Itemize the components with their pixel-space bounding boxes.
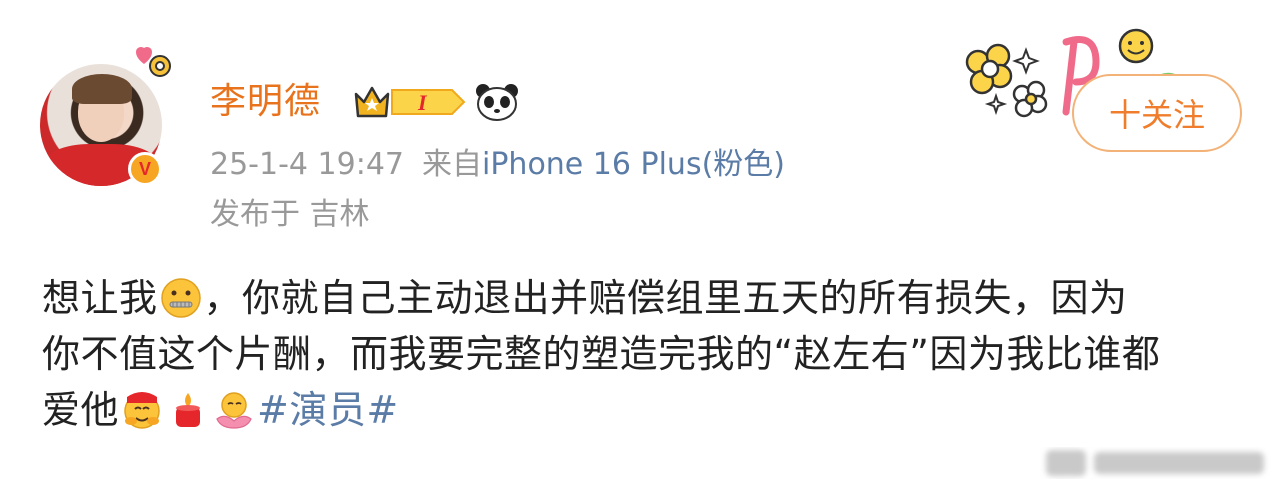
avatar[interactable]: V — [40, 47, 171, 186]
hashtag-link[interactable]: #演员# — [257, 388, 399, 432]
post-line-1: 想让我 ，你就自己主动退出并赔偿组里五天的所有损失，因为 — [42, 270, 1252, 326]
post-line-3: 爱他 #演员# — [42, 382, 1252, 438]
post-meta: 25-1-4 19:47 来自iPhone 16 Plus(粉色) — [210, 146, 785, 184]
blurred-watermark — [1046, 450, 1264, 476]
panda-icon — [476, 84, 518, 121]
candle-emoji — [176, 393, 201, 427]
from-label: 来自 — [422, 147, 482, 182]
crown-level-icon[interactable]: I — [352, 82, 470, 122]
level-badge-text: I — [417, 90, 428, 115]
post-text-segment: 想让我 — [42, 276, 158, 320]
username[interactable]: 李明德 — [210, 80, 321, 124]
zipper-mouth-emoji — [160, 278, 201, 318]
post-text-segment: ，你就自己主动退出并赔偿组里五天的所有损失，因为 — [203, 276, 1128, 320]
post-location: 发布于 吉林 — [210, 197, 370, 232]
post-text-segment: 爱他 — [42, 388, 120, 432]
post-body: 想让我 ，你就自己主动退出并赔偿组里五天的所有损失，因为 你不值这个片酬，而我要… — [42, 270, 1252, 438]
post-timestamp: 25-1-4 19:47 — [210, 147, 404, 182]
device-link[interactable]: iPhone 16 Plus(粉色) — [482, 147, 785, 182]
hug-emoji — [124, 392, 160, 429]
post-line-2: 你不值这个片酬，而我要完整的塑造完我的“赵左右”因为我比谁都 — [42, 332, 1161, 376]
verified-badge-icon: V — [128, 152, 162, 186]
lotus-emoji — [216, 392, 252, 429]
follow-button[interactable]: 十关注 — [1072, 74, 1242, 152]
avatar-pendant-icon — [136, 47, 171, 77]
